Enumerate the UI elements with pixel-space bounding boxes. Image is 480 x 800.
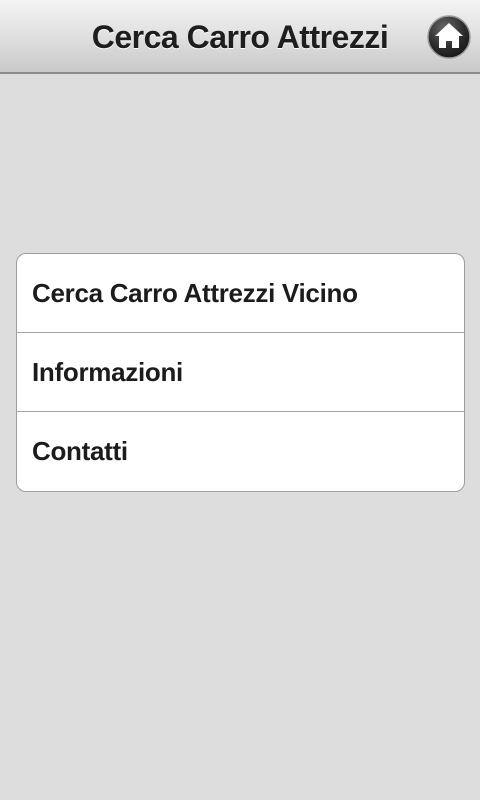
page-title: Cerca Carro Attrezzi <box>91 19 389 55</box>
menu-list: Cerca Carro Attrezzi Vicino Informazioni… <box>16 253 465 492</box>
menu-item-label: Contatti <box>32 436 128 466</box>
menu-item-informazioni[interactable]: Informazioni <box>17 333 464 412</box>
app-header: Cerca Carro Attrezzi <box>0 0 480 74</box>
menu-item-cerca-vicino[interactable]: Cerca Carro Attrezzi Vicino <box>17 254 464 333</box>
menu-item-label: Informazioni <box>32 357 183 387</box>
home-icon <box>426 12 472 62</box>
menu-item-label: Cerca Carro Attrezzi Vicino <box>32 278 358 308</box>
menu-item-contatti[interactable]: Contatti <box>17 412 464 491</box>
home-button[interactable] <box>426 12 472 62</box>
